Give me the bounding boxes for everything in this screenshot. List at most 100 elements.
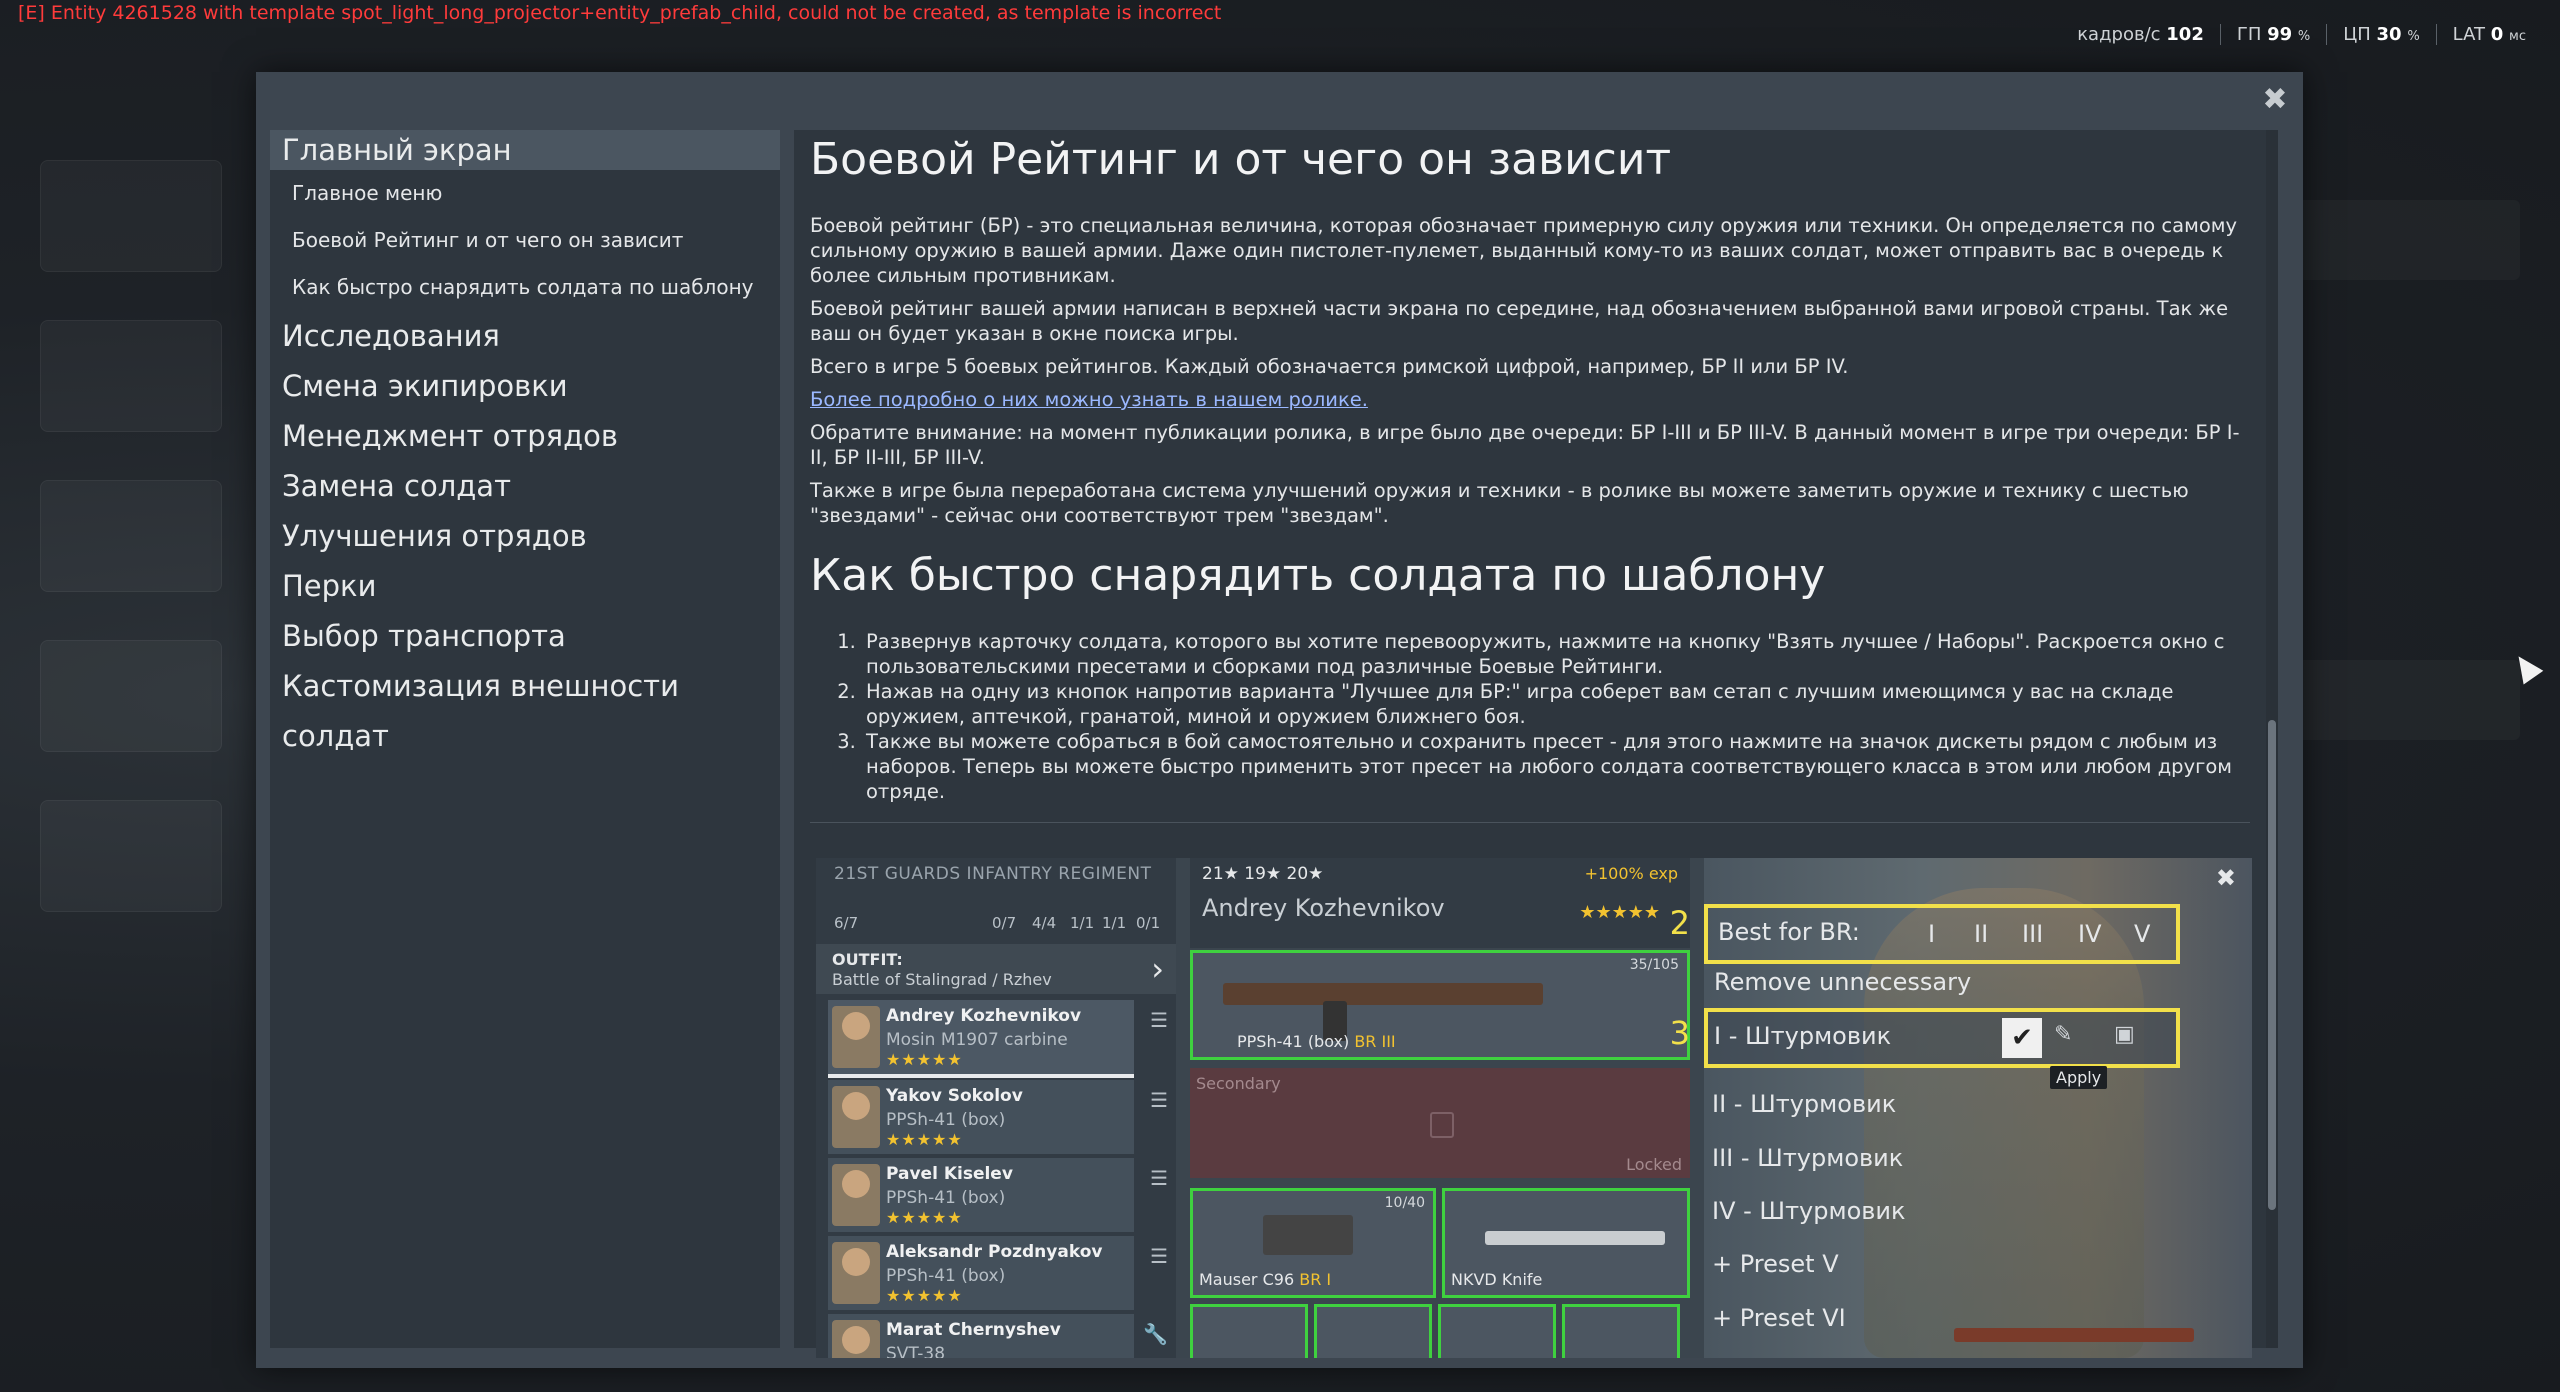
br-button[interactable]: I xyxy=(1928,920,1935,948)
close-icon[interactable]: ✖ xyxy=(2216,864,2236,892)
close-icon[interactable]: ✖ xyxy=(2259,84,2291,116)
bg-panel xyxy=(2290,660,2520,740)
soldier-stars: ★★★★★ xyxy=(886,1050,963,1069)
steps-list: Развернув карточку солдата, которого вы … xyxy=(810,629,2250,804)
paragraph: Обратите внимание: на момент публикации … xyxy=(810,421,2240,469)
preset-row[interactable]: + Preset V xyxy=(1704,1244,2180,1288)
soldier-stars: ★★★★★ xyxy=(886,1130,963,1149)
toc-item-main-screen[interactable]: Главный экран xyxy=(270,130,780,170)
br-badge: BR I xyxy=(1299,1270,1332,1289)
avatar xyxy=(832,1006,880,1068)
soldier-name: Aleksandr Pozdnyakov xyxy=(886,1242,1103,1262)
toc-item-soldier-replacement[interactable]: Замена солдат xyxy=(270,461,780,511)
soldier-weapon: PPSh-41 (box) xyxy=(886,1266,1006,1286)
equipment-slot[interactable] xyxy=(1190,1304,1308,1358)
preset-row[interactable]: III - Штурмовик xyxy=(1704,1138,2180,1182)
avatar xyxy=(832,1242,880,1304)
outfit-value: Battle of Stalingrad / Rzhev xyxy=(832,970,1052,989)
toc-item-squad-management[interactable]: Менеджмент отрядов xyxy=(270,411,780,461)
melee-slot[interactable]: NKVD Knife xyxy=(1442,1188,1690,1298)
soldier-name: Yakov Sokolov xyxy=(886,1086,1023,1106)
br-button[interactable]: III xyxy=(2022,920,2043,948)
preset-row-selected[interactable]: I - Штурмовик ✔ ✎ ▣ xyxy=(1704,1008,2180,1068)
edit-icon[interactable]: ✎ xyxy=(2054,1022,2072,1047)
soldier-card[interactable]: Aleksandr Pozdnyakov PPSh-41 (box) ★★★★★… xyxy=(828,1236,1168,1310)
toc-item-perks[interactable]: Перки xyxy=(270,561,780,611)
section-title-battle-rating: Боевой Рейтинг и от чего он зависит xyxy=(810,134,1672,185)
avatar xyxy=(832,1320,880,1358)
toc-item-equipment[interactable]: Смена экипировки xyxy=(270,361,780,411)
equipment-slot[interactable] xyxy=(1314,1304,1432,1358)
primary-weapon-slot[interactable]: 35/105 PPSh-41 (box) BR III xyxy=(1190,950,1690,1060)
soldier-name: Andrey Kozhevnikov xyxy=(1202,894,1445,922)
stat-value: 4/4 xyxy=(1032,914,1057,932)
soldier-weapon: PPSh-41 (box) xyxy=(886,1188,1006,1208)
toc-item-vehicle-selection[interactable]: Выбор транспорта xyxy=(270,611,780,661)
toc-sub-main-menu[interactable]: Главное меню xyxy=(270,170,780,217)
outfit-selector[interactable]: OUTFIT: Battle of Stalingrad / Rzhev › xyxy=(816,944,1176,994)
soldier-stars: ★★★★★ xyxy=(886,1286,963,1305)
soldier-weapon: PPSh-41 (box) xyxy=(886,1110,1006,1130)
br-button[interactable]: V xyxy=(2134,920,2150,948)
best-for-br-label: Best for BR: xyxy=(1718,918,1860,946)
toc-item-customization[interactable]: Кастомизация внешности солдат xyxy=(270,661,780,753)
fps-readout: кадров/с 102 xyxy=(2077,24,2204,45)
equipment-slot[interactable] xyxy=(1562,1304,1680,1358)
scrollbar-thumb[interactable] xyxy=(2268,720,2276,1210)
save-icon[interactable]: ▣ xyxy=(2114,1022,2135,1047)
avatar xyxy=(832,1086,880,1148)
sidearm-slot[interactable]: 10/40 Mauser C96 BR I xyxy=(1190,1188,1436,1298)
step-marker: 3 xyxy=(1669,1014,1690,1052)
video-link[interactable]: Более подробно о них можно узнать в наше… xyxy=(810,387,2250,412)
rifle-icon xyxy=(1954,1328,2194,1342)
br-button[interactable]: II xyxy=(1974,920,1988,948)
weapon-label: PPSh-41 (box) xyxy=(1237,1032,1350,1051)
preset-row[interactable]: IV - Штурмовик xyxy=(1704,1191,2180,1235)
apply-icon[interactable]: ✔ xyxy=(2002,1018,2042,1058)
soldier-weapon: SVT-38 xyxy=(886,1344,946,1358)
presets-panel: ✖ Best for BR: I II III IV V Remove unne… xyxy=(1704,858,2252,1358)
pistol-icon xyxy=(1263,1215,1353,1255)
slot-label: Secondary xyxy=(1196,1074,1281,1093)
soldier-stars: ★★★★★ xyxy=(1579,902,1660,923)
outfit-label: OUTFIT: xyxy=(832,950,903,969)
squad-stats: 6/7 0/7 4/4 1/1 1/1 0/1 xyxy=(834,894,1164,934)
lock-icon xyxy=(1430,1112,1454,1138)
soldier-card[interactable]: Andrey Kozhevnikov Mosin M1907 carbine ★… xyxy=(828,1000,1168,1078)
preset-label: IV - Штурмовик xyxy=(1712,1197,1906,1225)
ammo-count: 10/40 xyxy=(1384,1195,1425,1211)
remove-unnecessary-button[interactable]: Remove unnecessary xyxy=(1714,968,1971,996)
preset-label: II - Штурмовик xyxy=(1712,1090,1897,1118)
paragraph: Боевой рейтинг вашей армии написан в вер… xyxy=(810,297,2229,345)
weapon-name: PPSh-41 (box) BR III xyxy=(1237,1032,1396,1051)
br-badge: BR III xyxy=(1354,1032,1396,1051)
paragraph: Боевой рейтинг (БР) - это специальная ве… xyxy=(810,214,2237,287)
preset-label: + Preset V xyxy=(1712,1250,1839,1278)
preset-row[interactable]: II - Штурмовик xyxy=(1704,1084,2180,1128)
equipment-slot[interactable] xyxy=(1438,1304,1556,1358)
stat-value: 0/1 xyxy=(1136,914,1161,932)
weapon-name: Mauser C96 BR I xyxy=(1199,1270,1331,1289)
toc-item-research[interactable]: Исследования xyxy=(270,311,780,361)
toc-sub-quick-equip[interactable]: Как быстро снарядить солдата по шаблону xyxy=(270,264,780,311)
soldier-card[interactable]: Yakov Sokolov PPSh-41 (box) ★★★★★ ☰ xyxy=(828,1080,1168,1154)
step-item: Развернув карточку солдата, которого вы … xyxy=(862,629,2250,679)
avatar xyxy=(832,1164,880,1226)
toc-sub-battle-rating[interactable]: Боевой Рейтинг и от чего он зависит xyxy=(270,217,780,264)
list-icon: ☰ xyxy=(1150,1244,1168,1268)
bg-panel xyxy=(40,480,222,592)
br-button[interactable]: IV xyxy=(2078,920,2102,948)
soldier-stats: 21★ 19★ 20★ xyxy=(1202,864,1324,884)
toc-item-squad-upgrades[interactable]: Улучшения отрядов xyxy=(270,511,780,561)
cpu-readout: ЦП 30 % xyxy=(2326,24,2435,45)
soldier-card[interactable]: Marat Chernyshev SVT-38 🔧 xyxy=(828,1314,1168,1358)
table-of-contents: Главный экран Главное меню Боевой Рейтин… xyxy=(270,130,780,1348)
secondary-weapon-slot[interactable]: Secondary Locked xyxy=(1190,1068,1690,1178)
soldier-card[interactable]: Pavel Kiselev PPSh-41 (box) ★★★★★ ☰ xyxy=(828,1158,1168,1232)
chevron-right-icon: › xyxy=(1151,950,1164,988)
weapon-label: Mauser C96 xyxy=(1199,1270,1295,1289)
bg-panel xyxy=(40,640,222,752)
preset-label: III - Штурмовик xyxy=(1712,1144,1904,1172)
step-item: Нажав на одну из кнопок напротив вариант… xyxy=(862,679,2250,729)
scrollbar[interactable] xyxy=(2266,130,2278,1348)
